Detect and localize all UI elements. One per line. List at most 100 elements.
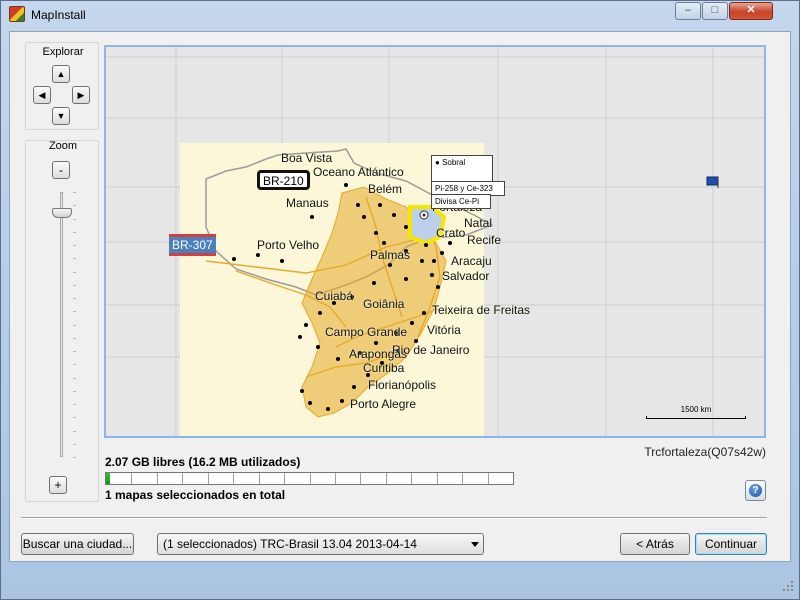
label-cuiaba: Cuiabá bbox=[315, 289, 354, 303]
city-dot bbox=[304, 323, 308, 327]
pan-right-button[interactable]: ▶ bbox=[72, 86, 90, 104]
city-dot bbox=[404, 225, 408, 229]
flag-icon[interactable] bbox=[706, 176, 720, 188]
label-manaus: Manaus bbox=[286, 196, 329, 210]
continue-button[interactable]: Continuar bbox=[695, 533, 767, 555]
window-title: MapInstall bbox=[31, 8, 86, 22]
scale-label: 1500 km bbox=[680, 405, 712, 414]
city-dot bbox=[362, 215, 366, 219]
label-porto-velho: Porto Velho bbox=[257, 238, 320, 252]
progress-segment bbox=[259, 473, 260, 484]
progress-segment bbox=[131, 473, 132, 484]
pan-down-button[interactable]: ▼ bbox=[52, 107, 70, 125]
city-dot bbox=[356, 203, 360, 207]
zoom-tick bbox=[73, 219, 76, 220]
progress-segment bbox=[360, 473, 361, 484]
pan-left-button[interactable]: ◀ bbox=[33, 86, 51, 104]
pan-up-button[interactable]: ▲ bbox=[52, 65, 70, 83]
progress-segment bbox=[208, 473, 209, 484]
city-dot bbox=[326, 407, 330, 411]
city-dot bbox=[336, 357, 340, 361]
progress-segment bbox=[462, 473, 463, 484]
label-vitoria: Vitória bbox=[427, 323, 461, 337]
maximize-button[interactable]: □ bbox=[702, 2, 728, 20]
label-curitiba: Curitiba bbox=[363, 361, 405, 375]
progress-segment bbox=[335, 473, 336, 484]
zoom-tick bbox=[73, 258, 76, 259]
br-307-shield: BR-307 bbox=[169, 234, 216, 256]
zoom-in-button[interactable]: + bbox=[49, 476, 67, 494]
city-dot bbox=[388, 263, 392, 267]
progress-segment bbox=[157, 473, 158, 484]
label-boa-vista: Boa Vista bbox=[281, 151, 333, 165]
city-dot bbox=[318, 311, 322, 315]
minimize-button[interactable]: – bbox=[675, 2, 701, 20]
current-map-name: Trcfortaleza(Q07s42w) bbox=[644, 445, 766, 459]
progress-segment bbox=[284, 473, 285, 484]
search-city-button[interactable]: Buscar una ciudad... bbox=[21, 533, 134, 555]
city-dot bbox=[372, 281, 376, 285]
help-button[interactable]: ? bbox=[745, 480, 766, 501]
zoom-tick bbox=[73, 338, 76, 339]
scale-line bbox=[646, 416, 746, 419]
label-palmas: Palmas bbox=[370, 248, 411, 262]
help-icon: ? bbox=[749, 484, 762, 497]
close-button[interactable]: ✕ bbox=[729, 2, 773, 20]
popup-sobral[interactable]: ● Sobral bbox=[431, 155, 493, 183]
resize-grip-icon[interactable] bbox=[782, 580, 794, 592]
city-dot bbox=[382, 241, 386, 245]
city-dot bbox=[316, 345, 320, 349]
zoom-tick bbox=[73, 378, 76, 379]
city-dot bbox=[448, 241, 452, 245]
zoom-tick bbox=[73, 404, 76, 405]
back-button[interactable]: < Atrás bbox=[620, 533, 690, 555]
city-dot bbox=[344, 183, 348, 187]
zoom-tick bbox=[73, 298, 76, 299]
label-recife: Recife bbox=[467, 233, 502, 247]
zoom-tick bbox=[73, 232, 76, 233]
progress-segment bbox=[437, 473, 438, 484]
zoom-out-button[interactable]: - bbox=[52, 161, 70, 179]
map-view[interactable]: Boa Vista Oceano Atlántico Belém Fortale… bbox=[104, 45, 766, 438]
zoom-tick bbox=[73, 311, 76, 312]
city-dot bbox=[310, 215, 314, 219]
popup-divisa[interactable]: Divisa Ce-Pi bbox=[431, 194, 491, 209]
br-210-shield: BR-210 bbox=[257, 170, 310, 190]
progress-segment bbox=[386, 473, 387, 484]
label-aracaju: Aracaju bbox=[451, 254, 492, 268]
popup-sobral-text: Sobral bbox=[442, 158, 466, 167]
city-dot bbox=[308, 401, 312, 405]
title-bar[interactable]: MapInstall – □ ✕ bbox=[1, 1, 799, 29]
label-rio: Rio de Janeiro bbox=[392, 343, 470, 357]
zoom-tick bbox=[73, 417, 76, 418]
city-dot bbox=[374, 341, 378, 345]
progress-segment bbox=[310, 473, 311, 484]
zoom-tick bbox=[73, 351, 76, 352]
zoom-slider-track[interactable] bbox=[60, 192, 63, 457]
progress-segment bbox=[411, 473, 412, 484]
label-crato: Crato bbox=[436, 226, 466, 240]
chevron-down-icon bbox=[471, 542, 479, 547]
city-dot bbox=[280, 259, 284, 263]
zoom-tick bbox=[73, 444, 76, 445]
city-dot bbox=[432, 259, 436, 263]
progress-segment bbox=[488, 473, 489, 484]
map-select-dropdown[interactable]: (1 seleccionados) TRC-Brasil 13.04 2013-… bbox=[157, 533, 484, 555]
city-dot bbox=[422, 311, 426, 315]
city-dot bbox=[420, 259, 424, 263]
map-scale-bar: 1500 km bbox=[646, 405, 746, 419]
city-dot bbox=[232, 257, 236, 261]
city-dot bbox=[374, 231, 378, 235]
city-dot bbox=[340, 399, 344, 403]
zoom-tick bbox=[73, 192, 76, 193]
city-dot bbox=[352, 385, 356, 389]
city-dot bbox=[410, 321, 414, 325]
city-dot bbox=[392, 213, 396, 217]
label-goiania: Goiânia bbox=[363, 297, 405, 311]
city-dot bbox=[298, 335, 302, 339]
zoom-slider-thumb[interactable] bbox=[52, 208, 72, 218]
city-dot bbox=[378, 203, 382, 207]
zoom-title: Zoom bbox=[48, 140, 78, 152]
bottom-separator bbox=[21, 517, 767, 519]
label-porto-alegre: Porto Alegre bbox=[350, 397, 417, 411]
